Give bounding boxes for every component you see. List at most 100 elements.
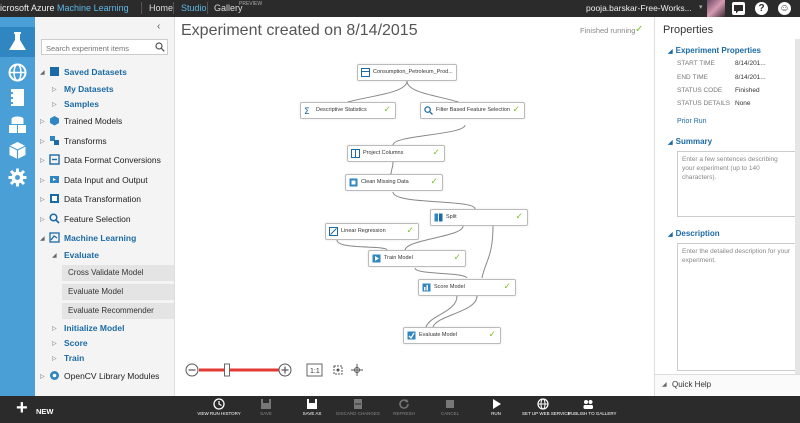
section-experiment-properties[interactable]: ◢ Experiment Properties xyxy=(668,46,761,55)
brand-prefix: icrosoft Azure xyxy=(0,3,55,13)
tree-trained-models[interactable]: ▷ Trained Models xyxy=(35,115,165,129)
datasets-nav[interactable] xyxy=(7,114,28,135)
button-label: RUN xyxy=(491,411,501,416)
module-descriptive-statistics-node[interactable]: Σ Descriptive Statistics ✓ xyxy=(300,102,396,119)
edge xyxy=(392,124,466,146)
module-label: Evaluate Recommender xyxy=(68,306,154,315)
score-model-icon xyxy=(422,283,431,292)
module-evaluate-recommender[interactable]: Evaluate Recommender ⁝ xyxy=(62,303,174,319)
section-summary[interactable]: ◢ Summary xyxy=(668,137,712,146)
refresh-button[interactable]: REFRESH xyxy=(390,398,418,422)
avatar[interactable] xyxy=(707,0,725,17)
tree-saved-datasets[interactable]: ◢ Saved Datasets xyxy=(35,66,165,80)
notebooks-nav[interactable] xyxy=(7,87,28,108)
fit-to-screen-icon[interactable] xyxy=(333,365,343,375)
view-run-history-button[interactable]: VIEW RUN HISTORY xyxy=(196,398,242,422)
trained-model-icon xyxy=(50,116,59,126)
quick-help-label: Quick Help xyxy=(672,380,712,389)
section-description[interactable]: ◢ Description xyxy=(668,229,720,238)
help-icon[interactable]: ? xyxy=(755,2,768,15)
notifications-icon[interactable] xyxy=(732,2,745,15)
module-evaluate-model[interactable]: Evaluate Model ⁝ xyxy=(62,284,174,300)
save-icon xyxy=(261,399,271,409)
web-services-nav[interactable] xyxy=(7,62,28,83)
collapsed-arrow-icon: ▷ xyxy=(40,178,45,184)
tree-feature-selection[interactable]: ▷ Feature Selection xyxy=(35,213,165,227)
tree-train[interactable]: ▷ Train xyxy=(35,352,165,366)
feedback-smiley-icon[interactable]: ☺ xyxy=(778,2,791,15)
cancel-button[interactable]: CANCEL xyxy=(436,398,464,422)
module-dataset-node[interactable]: Consumption_Petroleum_Prod... xyxy=(357,64,457,81)
run-button[interactable]: RUN xyxy=(484,398,508,422)
save-as-button[interactable]: SAVE AS xyxy=(298,398,326,422)
description-textarea[interactable]: Enter the detailed description for your … xyxy=(677,243,796,371)
columns-icon xyxy=(351,149,360,158)
button-label: SET UP WEB SERVICE xyxy=(522,411,571,416)
experiments-nav[interactable] xyxy=(0,27,35,57)
trained-models-nav[interactable] xyxy=(7,140,28,161)
svg-text:Σ: Σ xyxy=(304,107,310,115)
zoom-slider-thumb[interactable] xyxy=(224,363,230,377)
quick-help-bar[interactable]: ◢ Quick Help xyxy=(655,374,800,396)
tree-data-transformation[interactable]: ▷ Data Transformation xyxy=(35,193,165,207)
pan-move-icon[interactable] xyxy=(351,364,363,376)
azure-ml-studio-window: icrosoft Azure Machine Learning Home Stu… xyxy=(0,0,800,423)
bottom-command-bar: + NEW VIEW RUN HISTORY SAVE SAVE AS DISC… xyxy=(0,396,800,423)
new-button[interactable]: + NEW xyxy=(14,397,64,420)
set-up-web-service-button[interactable]: SET UP WEB SERVICE xyxy=(522,398,571,422)
opencv-icon xyxy=(50,371,59,380)
module-train-model-node[interactable]: Train Model ✓ xyxy=(368,250,466,267)
properties-scrollbar[interactable] xyxy=(795,39,800,379)
discard-changes-button[interactable]: DISCARD CHANGES xyxy=(334,398,382,422)
nav-home[interactable]: Home xyxy=(149,3,173,13)
clock-icon xyxy=(213,398,225,410)
edge xyxy=(392,191,476,210)
chevron-down-icon[interactable]: ▾ xyxy=(699,3,703,11)
settings-nav[interactable] xyxy=(7,167,28,188)
tree-initialize-model[interactable]: ▷ Initialize Model xyxy=(35,322,165,336)
collapsed-arrow-icon: ▷ xyxy=(40,158,45,164)
node-label: Split xyxy=(446,214,457,220)
tree-transforms[interactable]: ▷ Transforms xyxy=(35,135,165,149)
user-account-name[interactable]: pooja.barskar-Free-Works... xyxy=(586,3,692,13)
save-as-icon xyxy=(307,399,317,409)
summary-textarea[interactable]: Enter a few sentences describing your ex… xyxy=(677,151,796,217)
button-label: PUBLISH TO GALLERY xyxy=(568,411,617,416)
zoom-slider-track[interactable] xyxy=(199,368,279,372)
prior-run-link[interactable]: Prior Run xyxy=(677,118,707,125)
prop-value: Finished xyxy=(735,87,760,94)
button-label: VIEW RUN HISTORY xyxy=(197,411,241,416)
tree-my-datasets[interactable]: ▷ My Datasets xyxy=(35,83,165,97)
tree-data-format-conversions[interactable]: ▷ Data Format Conversions xyxy=(35,154,165,168)
module-cross-validate-model[interactable]: Cross Validate Model ⁝ xyxy=(62,265,174,281)
module-linear-regression-node[interactable]: Linear Regression ✓ xyxy=(325,223,419,240)
tree-machine-learning[interactable]: ◢ Machine Learning xyxy=(35,232,165,246)
tree-item-label: Data Transformation xyxy=(64,194,142,204)
module-filter-feature-selection-node[interactable]: Filter Based Feature Selection ✓ xyxy=(420,102,525,119)
search-icon[interactable] xyxy=(155,42,165,52)
tree-score[interactable]: ▷ Score xyxy=(35,337,165,351)
module-score-model-node[interactable]: Score Model ✓ xyxy=(418,279,516,296)
nav-studio[interactable]: Studio xyxy=(181,3,207,13)
module-project-columns-node[interactable]: Project Columns ✓ xyxy=(347,145,445,162)
module-evaluate-model-node[interactable]: Evaluate Model ✓ xyxy=(403,327,501,344)
prop-key: END TIME xyxy=(677,74,708,81)
tree-opencv-library-modules[interactable]: ▷ OpenCV Library Modules xyxy=(35,370,165,384)
publish-to-gallery-button[interactable]: PUBLISH TO GALLERY xyxy=(568,398,617,422)
collapsed-arrow-icon: ▷ xyxy=(52,102,57,108)
node-label: Train Model xyxy=(384,255,413,261)
search-input[interactable] xyxy=(41,39,168,55)
edge xyxy=(481,225,494,279)
tree-samples[interactable]: ▷ Samples xyxy=(35,98,165,112)
prop-value: 8/14/201... xyxy=(735,60,766,67)
machine-learning-icon xyxy=(49,232,60,243)
tree-evaluate[interactable]: ◢ Evaluate xyxy=(35,249,165,263)
tree-item-label: Initialize Model xyxy=(64,323,125,333)
tree-data-input-output[interactable]: ▷ Data Input and Output xyxy=(35,174,165,188)
prop-value: None xyxy=(735,100,751,107)
experiment-canvas[interactable]: Experiment created on 8/14/2015 Finished… xyxy=(175,17,654,396)
module-clean-missing-data-node[interactable]: Clean Missing Data ✓ xyxy=(345,174,443,191)
module-split-node[interactable]: Split ✓ xyxy=(430,209,528,226)
save-button[interactable]: SAVE xyxy=(252,398,280,422)
collapse-palette-icon[interactable]: ‹ xyxy=(157,21,160,32)
